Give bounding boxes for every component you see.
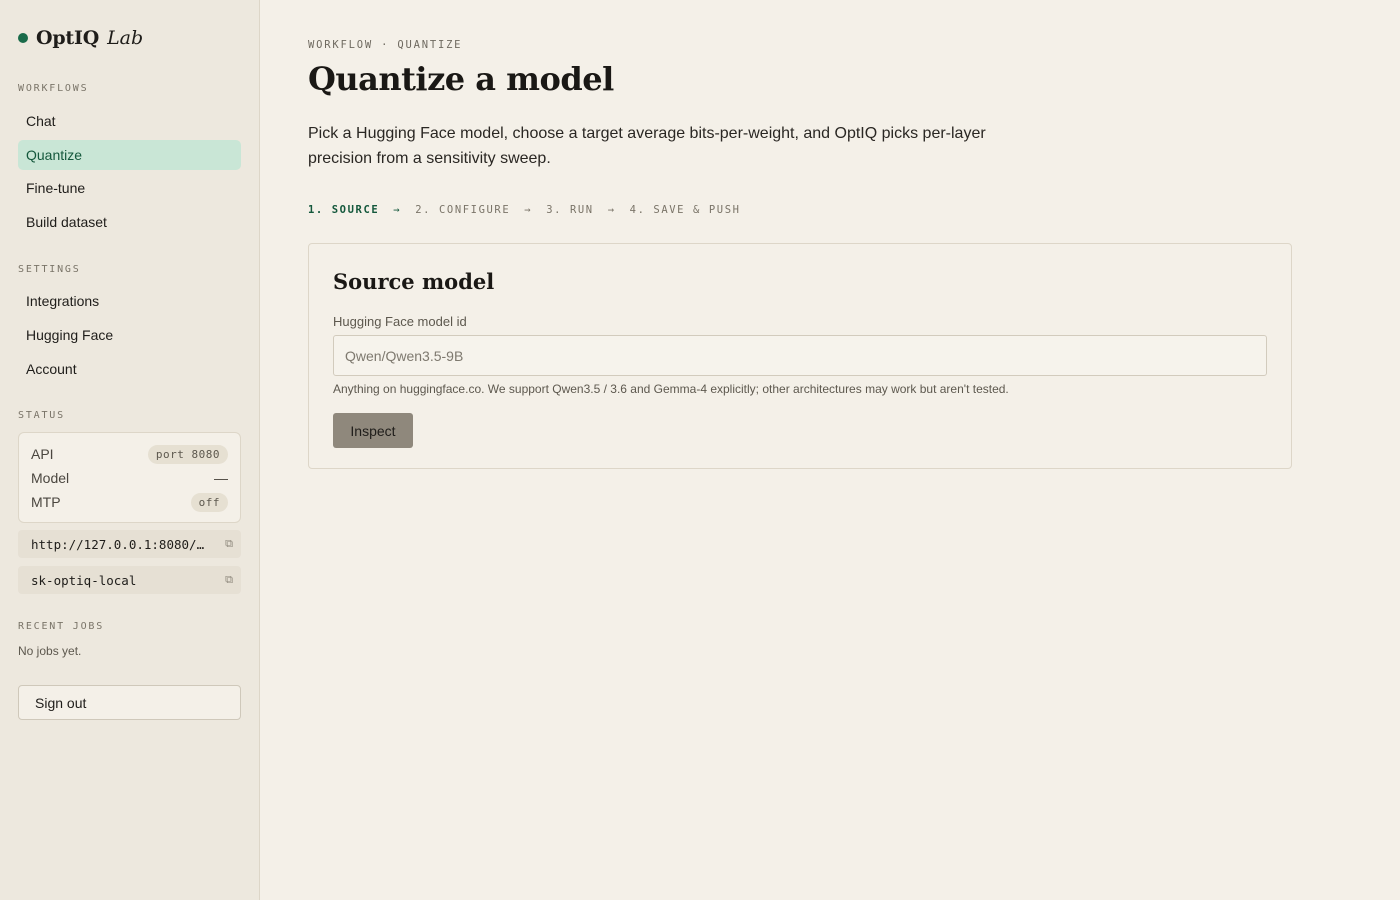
sidebar: OptIQ Lab WORKFLOWS Chat Quantize Fine-t…	[0, 0, 260, 900]
arrow-right-icon: →	[524, 204, 533, 216]
api-key: sk-optiq-local	[31, 572, 137, 588]
step-save-push[interactable]: 4. SAVE & PUSH	[630, 204, 741, 216]
sidebar-item-integrations[interactable]: Integrations	[18, 286, 241, 316]
model-id-input[interactable]	[333, 335, 1267, 376]
step-source[interactable]: 1. SOURCE	[308, 204, 379, 216]
stepper: 1. SOURCE → 2. CONFIGURE → 3. RUN → 4. S…	[308, 204, 741, 216]
status-section-label: STATUS	[18, 410, 65, 421]
sidebar-item-hugging-face[interactable]: Hugging Face	[18, 320, 241, 350]
card-title: Source model	[333, 269, 495, 294]
sidebar-item-quantize[interactable]: Quantize	[18, 140, 241, 170]
sidebar-item-chat[interactable]: Chat	[18, 106, 241, 136]
status-row-model: Model —	[31, 467, 228, 489]
workflows-section-label: WORKFLOWS	[18, 83, 89, 94]
copy-icon[interactable]: ⧉	[225, 537, 233, 551]
status-row-mtp: MTP off	[31, 491, 228, 513]
sign-out-button[interactable]: Sign out	[18, 685, 241, 720]
recent-jobs-empty: No jobs yet.	[18, 644, 82, 658]
recent-jobs-section-label: RECENT JOBS	[18, 621, 105, 632]
sidebar-item-account[interactable]: Account	[18, 354, 241, 384]
endpoint-url: http://127.0.0.1:8080/…	[31, 536, 205, 552]
step-run[interactable]: 3. RUN	[546, 204, 594, 216]
settings-section-label: SETTINGS	[18, 264, 81, 275]
status-row-api: API port 8080	[31, 443, 228, 465]
breadcrumb: WORKFLOW · QUANTIZE	[308, 39, 463, 51]
page-title: Quantize a model	[308, 60, 614, 98]
arrow-right-icon: →	[393, 204, 402, 216]
status-mtp-label: MTP	[31, 494, 61, 510]
status-model-label: Model	[31, 470, 70, 486]
copy-icon[interactable]: ⧉	[225, 573, 233, 587]
status-mtp-badge: off	[190, 492, 228, 512]
source-model-card: Source model Hugging Face model id Anyth…	[308, 243, 1292, 469]
page-intro: Pick a Hugging Face model, choose a targ…	[308, 125, 986, 167]
api-key-box: sk-optiq-local ⧉	[18, 566, 241, 594]
brand-logo[interactable]: OptIQ Lab	[18, 27, 143, 49]
sidebar-item-build-dataset[interactable]: Build dataset	[18, 207, 241, 237]
endpoint-url-box: http://127.0.0.1:8080/… ⧉	[18, 530, 241, 558]
brand-dot-icon	[18, 33, 28, 43]
status-api-badge: port 8080	[147, 444, 228, 464]
model-id-label: Hugging Face model id	[333, 314, 467, 329]
status-api-label: API	[31, 446, 54, 462]
status-card: API port 8080 Model — MTP off	[18, 432, 241, 523]
sidebar-item-fine-tune[interactable]: Fine-tune	[18, 173, 241, 203]
arrow-right-icon: →	[607, 204, 616, 216]
inspect-button[interactable]: Inspect	[333, 413, 413, 448]
step-configure[interactable]: 2. CONFIGURE	[415, 204, 510, 216]
brand-name: OptIQ	[36, 27, 100, 49]
model-id-help: Anything on huggingface.co. We support Q…	[333, 382, 1009, 396]
brand-subtitle: Lab	[107, 27, 144, 49]
status-model-value: —	[214, 470, 228, 486]
